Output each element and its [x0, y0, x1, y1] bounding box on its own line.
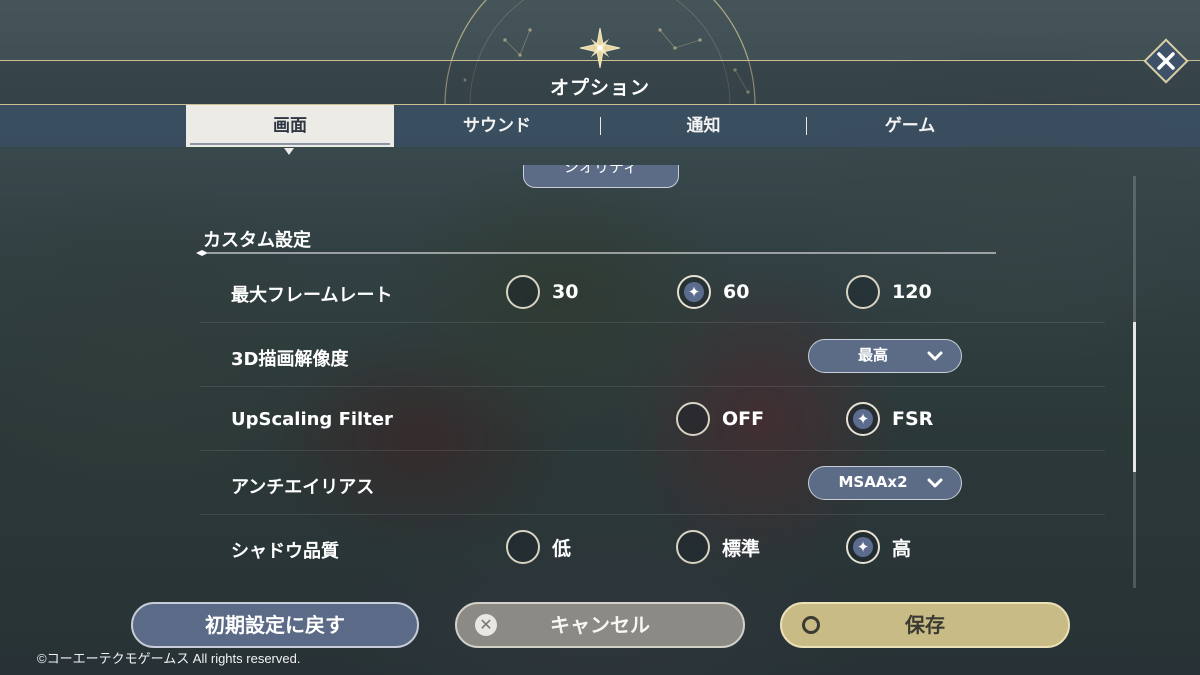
save-button[interactable]: 保存	[780, 602, 1070, 648]
sparkle-icon: ✦	[856, 410, 870, 428]
upscaling-option-off[interactable]: OFF	[676, 402, 764, 436]
row-divider	[200, 386, 1105, 387]
confirm-circle-icon	[802, 616, 820, 634]
chevron-down-icon	[927, 478, 943, 488]
section-divider	[196, 250, 996, 256]
radio-circle-selected: ✦	[846, 402, 880, 436]
reset-defaults-label: 初期設定に戻す	[205, 613, 345, 637]
chevron-down-icon	[927, 351, 943, 361]
close-button[interactable]	[1143, 38, 1189, 84]
option-label: 標準	[722, 537, 761, 560]
save-label: 保存	[905, 613, 945, 637]
render-resolution-dropdown[interactable]: 最高	[808, 339, 962, 373]
tab-sound[interactable]: サウンド	[394, 105, 600, 147]
quality-preset-value: シオリティ	[563, 165, 639, 176]
tab-game[interactable]: ゲーム	[807, 105, 1013, 147]
scrollbar-thumb[interactable]	[1133, 322, 1136, 472]
radio-circle	[846, 275, 880, 309]
radio-circle-selected: ✦	[677, 275, 711, 309]
sparkle-icon: ✦	[687, 283, 701, 301]
option-label: OFF	[722, 408, 765, 430]
page-title: オプション	[549, 77, 650, 99]
reset-defaults-button[interactable]: 初期設定に戻す	[131, 602, 419, 648]
dropdown-value: 最高	[857, 346, 888, 364]
tab-notifications[interactable]: 通知	[601, 105, 806, 147]
shadow-option-standard[interactable]: 標準	[676, 530, 760, 564]
quality-preset-dropdown[interactable]: シオリティ	[523, 165, 679, 188]
frame-rate-label: 最大フレームレート	[231, 285, 393, 306]
upscaling-filter-label: UpScaling Filter	[231, 409, 393, 430]
cancel-label: キャンセル	[550, 613, 650, 637]
frame-rate-option-30[interactable]: 30	[506, 275, 578, 309]
radio-circle	[676, 530, 710, 564]
row-divider	[200, 322, 1105, 323]
antialiasing-dropdown[interactable]: MSAAx2	[808, 466, 962, 500]
option-label: 30	[552, 281, 579, 303]
cancel-x-icon: ✕	[475, 614, 497, 636]
option-label: 120	[892, 281, 932, 303]
row-divider	[200, 514, 1105, 515]
upscaling-option-fsr[interactable]: ✦ FSR	[846, 402, 933, 436]
active-tab-pointer	[284, 148, 294, 155]
shadow-option-high[interactable]: ✦ 高	[846, 530, 911, 564]
sparkle-icon: ✦	[856, 538, 870, 556]
radio-circle	[676, 402, 710, 436]
option-label: 高	[892, 537, 912, 560]
shadow-quality-label: シャドウ品質	[231, 541, 339, 562]
compass-star-icon	[579, 27, 621, 69]
render-resolution-label: 3D描画解像度	[231, 349, 349, 370]
radio-circle-selected: ✦	[846, 530, 880, 564]
frame-rate-option-60[interactable]: ✦ 60	[677, 275, 749, 309]
option-label: FSR	[892, 408, 934, 430]
tab-display[interactable]: 画面	[186, 105, 394, 147]
antialiasing-label: アンチエイリアス	[231, 477, 375, 498]
shadow-option-low[interactable]: 低	[506, 530, 571, 564]
radio-circle	[506, 275, 540, 309]
radio-circle	[506, 530, 540, 564]
frame-rate-option-120[interactable]: 120	[846, 275, 932, 309]
cancel-button[interactable]: ✕ キャンセル	[455, 602, 745, 648]
dropdown-value: MSAAx2	[838, 473, 908, 491]
option-label: 60	[723, 281, 750, 303]
copyright-text: ©コーエーテクモゲームス All rights reserved.	[37, 651, 301, 666]
option-label: 低	[552, 537, 572, 560]
row-divider	[200, 450, 1105, 451]
section-title: カスタム設定	[203, 230, 311, 251]
